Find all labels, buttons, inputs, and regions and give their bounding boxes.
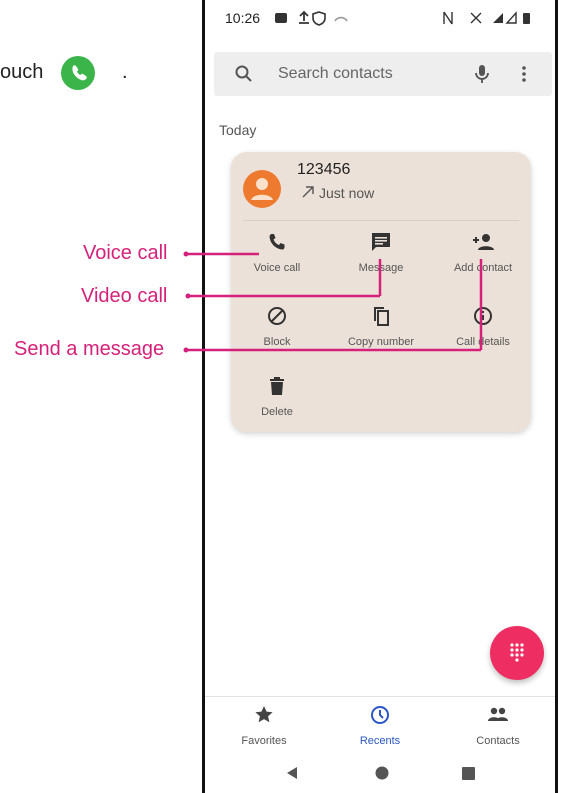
annotation-lines	[183, 251, 483, 353]
